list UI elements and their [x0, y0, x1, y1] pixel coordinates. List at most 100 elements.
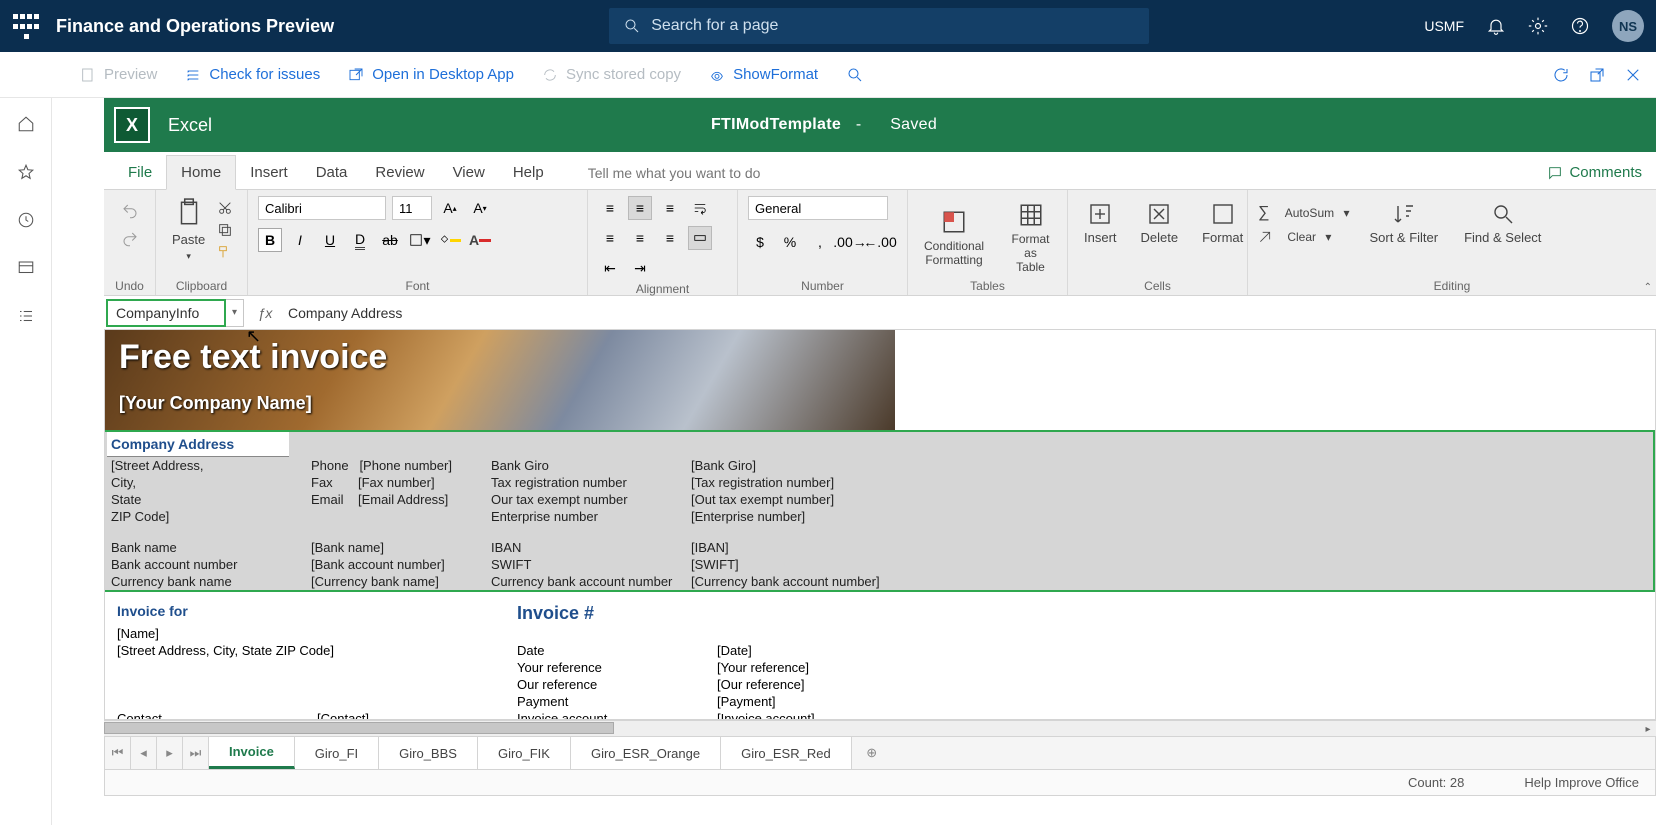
conditional-formatting-button[interactable]: Conditional Formatting: [918, 207, 990, 269]
align-center-icon[interactable]: ≡: [628, 226, 652, 250]
clear-button[interactable]: Clear ▾: [1258, 230, 1349, 244]
excel-doc-name: FTIModTemplate: [711, 116, 841, 133]
tab-data[interactable]: Data: [302, 156, 362, 189]
sheet-nav-next[interactable]: ▸: [157, 737, 183, 769]
tell-me-input[interactable]: Tell me what you want to do: [588, 165, 761, 189]
align-left-icon[interactable]: ≡: [598, 226, 622, 250]
home-icon[interactable]: [16, 114, 36, 134]
border-button[interactable]: ▾: [408, 228, 432, 252]
name-box-dropdown[interactable]: ▾: [226, 299, 244, 327]
avatar[interactable]: NS: [1612, 10, 1644, 42]
format-cells-button[interactable]: Format: [1196, 200, 1249, 247]
formula-bar[interactable]: Company Address: [286, 305, 1656, 321]
align-middle-icon[interactable]: ≡: [628, 196, 652, 220]
fill-color-button[interactable]: [438, 228, 462, 252]
workspace-icon[interactable]: [16, 258, 36, 278]
sheet-tab-invoice[interactable]: Invoice: [209, 737, 295, 769]
clock-icon[interactable]: [16, 210, 36, 230]
sheet-tab-giro-esr-red[interactable]: Giro_ESR_Red: [721, 737, 852, 769]
invoice-hero: Free text invoice [Your Company Name]: [105, 330, 895, 430]
add-sheet-button[interactable]: ⊕: [852, 737, 892, 769]
dec-decimal-icon[interactable]: ←.00: [868, 230, 892, 254]
decrease-font-icon[interactable]: A▾: [468, 196, 492, 220]
currency-icon[interactable]: $: [748, 230, 772, 254]
tab-view[interactable]: View: [439, 156, 499, 189]
underline-button[interactable]: U: [318, 228, 342, 252]
merge-icon[interactable]: [688, 226, 712, 250]
worksheet-area[interactable]: Free text invoice [Your Company Name] Co…: [104, 330, 1656, 720]
align-bottom-icon[interactable]: ≡: [658, 196, 682, 220]
search-input[interactable]: Search for a page: [609, 8, 1149, 44]
align-right-icon[interactable]: ≡: [658, 226, 682, 250]
find-select-button[interactable]: Find & Select: [1458, 200, 1547, 247]
indent-inc-icon[interactable]: ⇥: [628, 256, 652, 280]
gear-icon[interactable]: [1528, 16, 1548, 36]
sheet-tab-giro-bbs[interactable]: Giro_BBS: [379, 737, 478, 769]
left-rail: [0, 52, 52, 825]
bold-button[interactable]: B: [258, 228, 282, 252]
sheet-nav-last[interactable]: ⏭: [183, 737, 209, 769]
double-underline-button[interactable]: D: [348, 228, 372, 252]
global-header: Finance and Operations Preview Search fo…: [0, 0, 1656, 52]
name-box[interactable]: CompanyInfo: [106, 299, 226, 327]
format-as-table-button[interactable]: Format as Table: [1004, 200, 1057, 276]
tab-review[interactable]: Review: [361, 156, 438, 189]
help-improve-link[interactable]: Help Improve Office: [1524, 775, 1639, 790]
open-desktop-button[interactable]: Open in Desktop App: [348, 66, 514, 83]
selection-count: Count: 28: [1408, 775, 1464, 790]
check-issues-button[interactable]: Check for issues: [185, 66, 320, 83]
wrap-text-icon[interactable]: [688, 196, 712, 220]
sheet-tab-giro-esr-orange[interactable]: Giro_ESR_Orange: [571, 737, 721, 769]
action-bar: Preview Check for issues Open in Desktop…: [0, 52, 1656, 98]
bell-icon[interactable]: [1486, 16, 1506, 36]
insert-cells-button[interactable]: Insert: [1078, 200, 1123, 247]
collapse-ribbon-icon[interactable]: ⌃: [1644, 282, 1652, 293]
percent-icon[interactable]: %: [778, 230, 802, 254]
tab-file[interactable]: File: [114, 156, 166, 189]
cut-icon[interactable]: [217, 200, 233, 216]
align-top-icon[interactable]: ≡: [598, 196, 622, 220]
copy-icon[interactable]: [217, 222, 233, 238]
font-select[interactable]: [258, 196, 386, 220]
company-name-placeholder: [Your Company Name]: [119, 393, 881, 414]
fx-icon[interactable]: ƒx: [254, 305, 276, 321]
search-icon[interactable]: [846, 66, 864, 84]
sheet-tab-giro-fi[interactable]: Giro_FI: [295, 737, 379, 769]
popout-icon[interactable]: [1588, 66, 1606, 84]
help-icon[interactable]: [1570, 16, 1590, 36]
star-icon[interactable]: [16, 162, 36, 182]
redo-icon[interactable]: [121, 230, 139, 248]
company-code[interactable]: USMF: [1424, 18, 1464, 34]
undo-icon[interactable]: [121, 202, 139, 220]
delete-cells-button[interactable]: Delete: [1135, 200, 1185, 247]
comments-button[interactable]: Comments: [1533, 156, 1656, 189]
tab-home[interactable]: Home: [166, 155, 236, 190]
format-painter-icon[interactable]: [217, 244, 233, 260]
strikethrough-button[interactable]: ab: [378, 228, 402, 252]
comma-icon[interactable]: ,: [808, 230, 832, 254]
sheet-nav-prev[interactable]: ◂: [131, 737, 157, 769]
sort-filter-button[interactable]: Sort & Filter: [1363, 200, 1444, 247]
preview-button[interactable]: Preview: [80, 66, 157, 83]
paste-button[interactable]: Paste ▾: [166, 196, 211, 264]
close-icon[interactable]: [1624, 66, 1642, 84]
sheet-tab-giro-fik[interactable]: Giro_FIK: [478, 737, 571, 769]
modules-icon[interactable]: [16, 306, 36, 326]
tab-insert[interactable]: Insert: [236, 156, 302, 189]
horizontal-scrollbar[interactable]: ◂ ▸: [104, 720, 1656, 736]
number-format-select[interactable]: [748, 196, 888, 220]
autosum-button[interactable]: ∑ AutoSum ▾: [1258, 204, 1349, 222]
font-size-select[interactable]: [392, 196, 432, 220]
refresh-icon[interactable]: [1552, 66, 1570, 84]
inc-decimal-icon[interactable]: .00→: [838, 230, 862, 254]
increase-font-icon[interactable]: A▴: [438, 196, 462, 220]
excel-ribbon: Undo Paste ▾ Clipboard: [104, 190, 1656, 296]
italic-button[interactable]: I: [288, 228, 312, 252]
sheet-nav-first[interactable]: ⏮: [105, 737, 131, 769]
font-color-button[interactable]: A: [468, 228, 492, 252]
excel-status-bar: Count: 28 Help Improve Office: [104, 770, 1656, 796]
showformat-button[interactable]: ShowFormat: [709, 66, 818, 83]
indent-dec-icon[interactable]: ⇤: [598, 256, 622, 280]
waffle-icon[interactable]: [12, 12, 40, 40]
tab-help[interactable]: Help: [499, 156, 558, 189]
